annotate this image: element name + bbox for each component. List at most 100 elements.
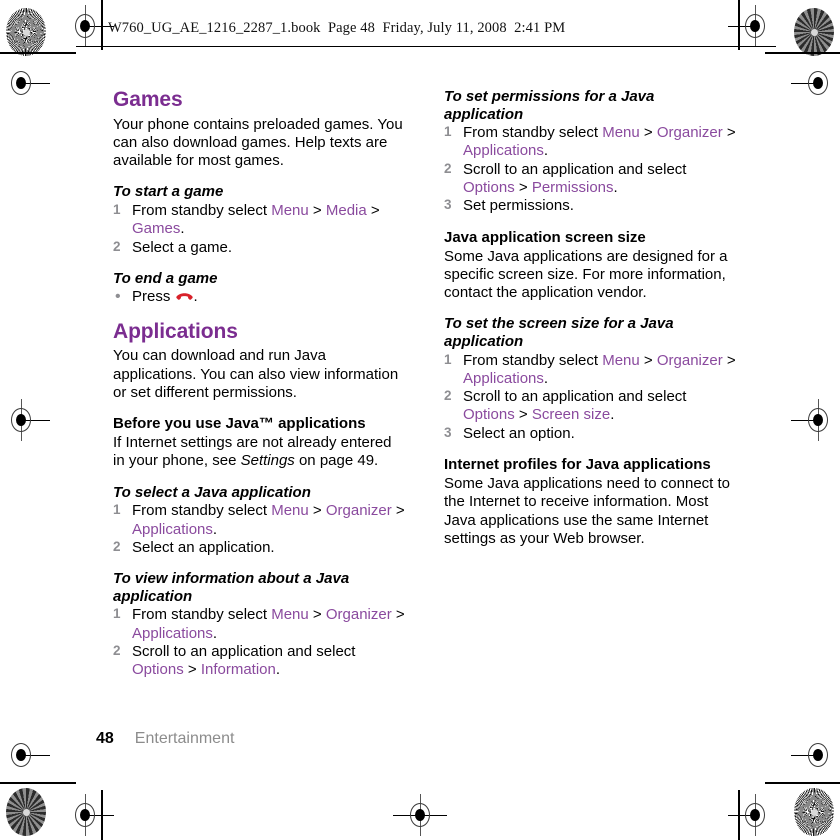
step-text: Select an application.	[132, 538, 275, 556]
registration-mark-left-middle	[6, 399, 50, 441]
menu-path-link[interactable]: Menu	[271, 202, 309, 219]
end-call-icon	[175, 289, 193, 301]
menu-path-link[interactable]: Options	[132, 661, 184, 678]
menu-path-link[interactable]: Organizer	[657, 352, 723, 369]
subheading-java-screen-size: Java application screen size	[444, 228, 646, 246]
left-column: Games Your phone contains preloaded game…	[113, 88, 406, 692]
step-number: 1	[444, 351, 452, 367]
menu-path-link[interactable]: Options	[463, 179, 515, 196]
step-text: From standby select	[463, 351, 603, 369]
steps-to-select-java-app: 1 From standby select Menu > Organizer > …	[113, 502, 406, 557]
step-number: 2	[444, 388, 452, 404]
step-text: Set permissions.	[463, 197, 574, 215]
step-text: Scroll to an application and select	[463, 160, 687, 178]
menu-path-link[interactable]: Information	[201, 661, 276, 678]
step-text: .	[543, 142, 549, 160]
starburst-target-top-right	[794, 8, 834, 56]
trim-rule-right-edge	[738, 0, 740, 50]
menu-path-link[interactable]: Screen size	[532, 406, 610, 423]
step-text: .	[275, 661, 281, 679]
registration-mark-top-right	[728, 5, 770, 47]
list-item: 2 Select an application.	[113, 539, 406, 557]
step-text: >	[639, 351, 657, 369]
step-text: >	[308, 502, 326, 520]
step-number: 1	[444, 124, 452, 140]
registration-mark-bottom-left	[70, 794, 114, 836]
step-text: From standby select	[132, 502, 272, 520]
menu-path-link[interactable]: Organizer	[326, 502, 392, 519]
registration-mark-left-bottom	[6, 740, 50, 770]
registration-mark-right-middle	[791, 399, 833, 441]
step-text: >	[639, 124, 657, 142]
menu-path-link[interactable]: Games	[132, 220, 180, 237]
step-text: Select an option.	[463, 424, 575, 442]
procedure-title-to-select-java-app: To select a Java application	[113, 483, 311, 501]
heading-applications: Applications	[113, 319, 238, 343]
step-text: .	[543, 369, 549, 387]
menu-path-link[interactable]: Applications	[463, 142, 544, 159]
step-text: >	[183, 661, 201, 679]
internet-profiles-paragraph: Some Java applications need to connect t…	[444, 475, 731, 547]
list-item: 1 From standby select Menu > Media > Game…	[113, 202, 406, 239]
step-number: 2	[113, 238, 121, 254]
press-label: Press	[132, 288, 175, 306]
menu-path-link[interactable]: Permissions	[532, 179, 614, 196]
menu-path-link[interactable]: Menu	[271, 606, 309, 623]
step-text: .	[212, 624, 218, 642]
procedure-title-to-end-a-game: To end a game	[113, 269, 218, 287]
list-item: 1 From standby select Menu > Organizer > …	[444, 124, 737, 161]
step-number: 2	[444, 160, 452, 176]
steps-to-set-permissions: 1 From standby select Menu > Organizer > …	[444, 124, 737, 215]
press-suffix: .	[193, 288, 198, 306]
subheading-internet-profiles: Internet profiles for Java applications	[444, 456, 711, 474]
java-screen-size-paragraph: Some Java applications are designed for …	[444, 247, 728, 302]
menu-path-link[interactable]: Applications	[132, 625, 213, 642]
starburst-target-top-left	[6, 8, 46, 56]
list-item: 2 Scroll to an application and select Opt…	[444, 161, 737, 198]
menu-path-link[interactable]: Media	[326, 202, 367, 219]
menu-path-link[interactable]: Menu	[602, 352, 640, 369]
heading-games: Games	[113, 88, 183, 111]
step-text: >	[514, 178, 532, 196]
trim-rule-bottom-left	[0, 782, 76, 784]
menu-path-link[interactable]: Applications	[132, 521, 213, 538]
footer-chapter-name: Entertainment	[134, 730, 235, 747]
step-text: >	[722, 351, 736, 369]
menu-path-link[interactable]: Menu	[602, 124, 640, 141]
steps-to-set-screen-size: 1 From standby select Menu > Organizer > …	[444, 352, 737, 443]
trim-rule-left-edge-bottom	[101, 790, 103, 840]
steps-to-end-a-game: • Press .	[113, 288, 406, 306]
step-number: 1	[113, 606, 121, 622]
step-text: >	[391, 606, 405, 624]
step-text: Scroll to an application and select	[463, 388, 687, 406]
step-number: 1	[113, 502, 121, 518]
step-number: 2	[113, 642, 121, 658]
before-you-use-paragraph: If Internet settings are not already ent…	[113, 434, 406, 471]
registration-mark-top-left	[70, 5, 114, 47]
steps-to-view-info: 1 From standby select Menu > Organizer > …	[113, 606, 406, 679]
registration-mark-left-top	[6, 68, 50, 98]
menu-path-link[interactable]: Organizer	[657, 124, 723, 141]
steps-to-start-a-game: 1 From standby select Menu > Media > Game…	[113, 202, 406, 257]
step-text: Scroll to an application and select	[132, 642, 356, 660]
before-text-end: on page 49.	[294, 452, 379, 470]
step-text: .	[610, 406, 615, 424]
menu-path-link[interactable]: Menu	[271, 502, 309, 519]
registration-mark-right-bottom	[791, 740, 833, 770]
menu-path-link[interactable]: Applications	[463, 370, 544, 387]
page-footer: 48 Entertainment	[96, 729, 234, 748]
list-item: 2 Scroll to an application and select Opt…	[444, 388, 737, 425]
step-text: >	[391, 502, 405, 520]
trim-rule-left-edge	[101, 0, 103, 50]
step-text: .	[180, 220, 185, 238]
games-intro-paragraph: Your phone contains preloaded games. You…	[113, 115, 403, 170]
footer-page-number: 48	[96, 730, 114, 747]
procedure-title-to-set-permissions: To set permissions for a Java applicatio…	[444, 88, 655, 123]
step-text: .	[613, 178, 618, 196]
header-underline	[76, 46, 776, 48]
step-text: >	[722, 124, 736, 142]
step-text: Select a game.	[132, 238, 233, 256]
step-number: 3	[444, 424, 452, 440]
menu-path-link[interactable]: Organizer	[326, 606, 392, 623]
menu-path-link[interactable]: Options	[463, 406, 515, 423]
